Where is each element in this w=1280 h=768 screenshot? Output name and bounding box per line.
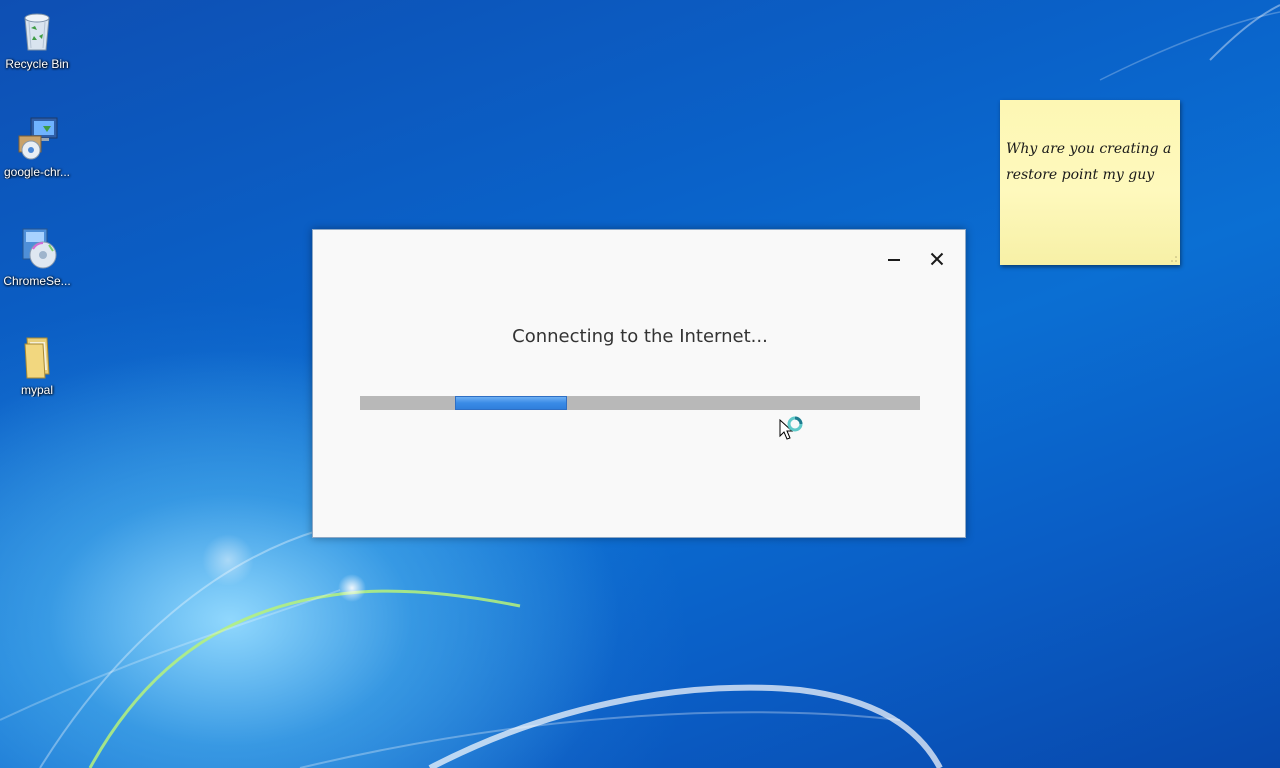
sticky-note-text[interactable]: Why are you creating a restore point my …	[1006, 136, 1174, 188]
resize-grip-icon[interactable]	[1169, 254, 1177, 262]
desktop-icon-label: google-chr...	[3, 165, 71, 179]
installer-icon	[18, 117, 58, 160]
desktop-icon-label: Recycle Bin	[5, 57, 69, 71]
setup-disc-icon	[22, 228, 57, 269]
desktop-icon-recycle-bin[interactable]: Recycle Bin	[0, 6, 74, 71]
connecting-dialog: Connecting to the Internet...	[312, 229, 966, 538]
close-button[interactable]	[922, 246, 952, 272]
desktop-icon-mypal-folder[interactable]: mypal	[0, 332, 74, 397]
busy-pointer-icon	[779, 416, 803, 440]
recycle-bin-icon	[24, 13, 50, 51]
folder-icon	[24, 337, 50, 379]
desktop-icon-label: mypal	[20, 383, 53, 397]
minimize-icon	[888, 259, 900, 261]
progress-bar	[360, 396, 920, 410]
desktop-icon-google-chrome-installer[interactable]: google-chr...	[0, 114, 74, 179]
minimize-button[interactable]	[879, 246, 909, 272]
progress-indicator	[455, 396, 567, 410]
desktop-icon-chrome-setup[interactable]: ChromeSe...	[0, 223, 74, 288]
desktop-icon-label: ChromeSe...	[3, 274, 71, 288]
sticky-note[interactable]: Why are you creating a restore point my …	[1000, 100, 1180, 265]
status-message: Connecting to the Internet...	[512, 326, 768, 347]
close-icon	[930, 252, 944, 266]
